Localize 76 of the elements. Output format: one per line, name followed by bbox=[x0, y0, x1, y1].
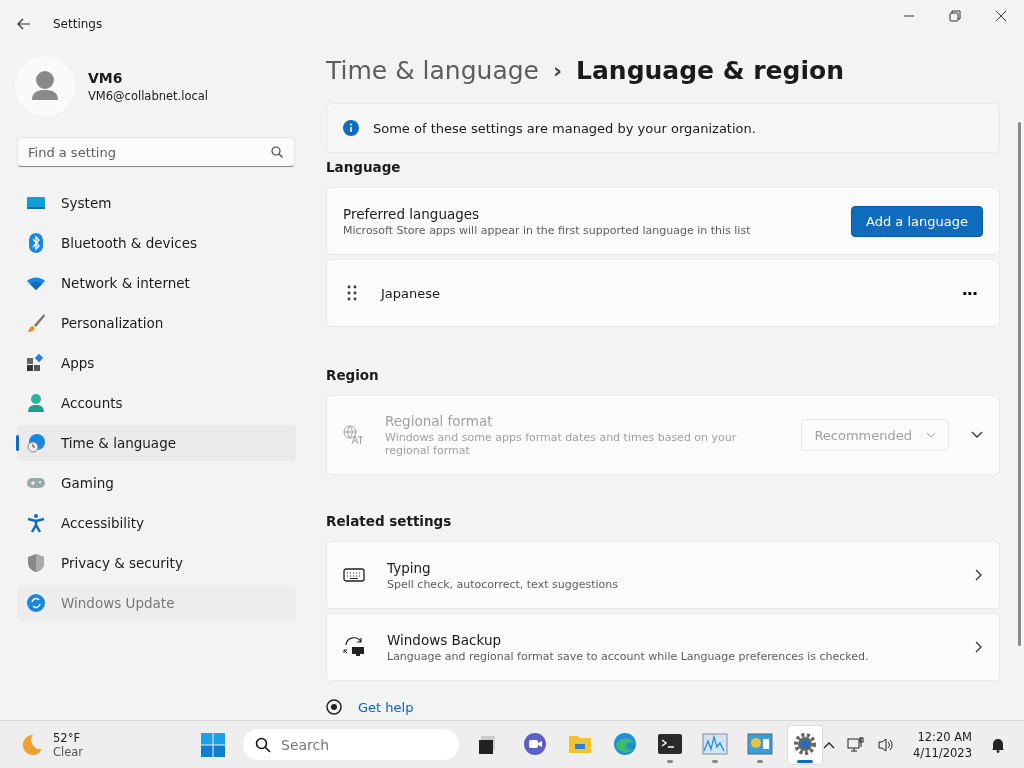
user-name: VM6 bbox=[88, 69, 124, 86]
more-button[interactable]: ··· bbox=[955, 283, 983, 303]
settings-link-card[interactable]: Windows Backup Language and regional format save to account while Language preferences is checked. bbox=[326, 613, 1000, 681]
section-heading: Related settings bbox=[326, 513, 453, 529]
settings-search-field[interactable]: Find a setting bbox=[17, 137, 295, 167]
settings-link-card[interactable]: Typing Spell check, autocorrect, text suggestions bbox=[326, 541, 1000, 609]
language-name: Japanese bbox=[381, 285, 442, 301]
network-icon[interactable] bbox=[847, 735, 866, 754]
back-icon[interactable] bbox=[17, 18, 31, 30]
start-icon[interactable] bbox=[200, 731, 226, 758]
accounts-icon bbox=[26, 393, 46, 413]
help-link[interactable]: Get help bbox=[358, 699, 414, 715]
search-icon bbox=[255, 737, 271, 753]
taskbar-search-field[interactable]: Search bbox=[243, 729, 459, 760]
chat-icon bbox=[522, 730, 548, 757]
language-icon bbox=[343, 425, 363, 445]
update-icon bbox=[26, 593, 46, 613]
nav-item[interactable]: Windows Update bbox=[17, 585, 296, 621]
time-icon bbox=[26, 433, 46, 453]
nav-item[interactable]: Apps bbox=[17, 345, 296, 381]
restore-icon[interactable] bbox=[949, 10, 961, 22]
breadcrumb-separator: › bbox=[552, 58, 563, 83]
breadcrumb-link[interactable]: Time & language bbox=[326, 56, 539, 85]
setting-description: Windows and some apps format dates and times based on your regional format bbox=[385, 431, 738, 457]
drag-handle-icon[interactable] bbox=[347, 285, 357, 301]
add-language-button[interactable]: Add a language bbox=[851, 205, 983, 237]
close-icon[interactable] bbox=[995, 10, 1007, 22]
perfmon-icon bbox=[702, 730, 728, 757]
notice-text: Some of these settings are managed by your organization. bbox=[373, 120, 756, 136]
nav-item[interactable]: Gaming bbox=[17, 465, 296, 501]
nav-item[interactable]: Accessibility bbox=[17, 505, 296, 541]
user-email: VM6@collabnet.local bbox=[88, 88, 209, 103]
nav-item[interactable]: Accounts bbox=[17, 385, 296, 421]
setting-title: Regional format bbox=[385, 413, 494, 429]
chevron-up-icon[interactable] bbox=[823, 740, 836, 749]
avatar-icon bbox=[15, 56, 75, 116]
nav-item[interactable]: Personalization bbox=[17, 305, 296, 341]
personalization-icon bbox=[26, 313, 46, 333]
setting-description: Spell check, autocorrect, text suggestions bbox=[387, 577, 619, 591]
setting-description: Language and regional format save to account while Language preferences is checked. bbox=[387, 649, 870, 663]
weather-condition: Clear bbox=[53, 744, 84, 759]
page-title: Language & region bbox=[576, 56, 844, 85]
setting-title: Preferred languages bbox=[343, 205, 481, 222]
search-icon bbox=[271, 146, 283, 158]
setting-description: Microsoft Store apps will appear in the first supported language in this list bbox=[343, 223, 752, 237]
setting-title: Windows Backup bbox=[387, 631, 503, 648]
clock-time: 12:20 AM bbox=[917, 729, 972, 744]
info-icon bbox=[343, 120, 359, 136]
apps-icon bbox=[26, 353, 46, 373]
settings-icon bbox=[792, 730, 818, 757]
keyboard-icon bbox=[343, 567, 365, 583]
nav-item[interactable]: Time & language bbox=[17, 425, 296, 461]
resmon-icon bbox=[747, 730, 773, 757]
nav-item[interactable]: Bluetooth & devices bbox=[17, 225, 296, 261]
chevron-right-icon bbox=[975, 569, 983, 581]
edge-icon bbox=[612, 730, 638, 757]
chevron-right-icon bbox=[975, 641, 983, 653]
chevron-down-icon bbox=[926, 432, 936, 438]
language-item[interactable]: Japanese ··· bbox=[326, 259, 1000, 327]
clock[interactable]: 12:20 AM 4/11/2023 bbox=[913, 729, 972, 760]
sync-monitor-icon bbox=[343, 637, 365, 657]
nav-item[interactable]: Network & internet bbox=[17, 265, 296, 301]
setting-title: Typing bbox=[387, 559, 432, 576]
temperature: 52°F bbox=[53, 730, 81, 745]
nav-item[interactable]: Privacy & security bbox=[17, 545, 296, 581]
bell-icon[interactable] bbox=[990, 736, 1006, 753]
speaker-icon[interactable] bbox=[877, 735, 896, 754]
window-title: Settings bbox=[53, 17, 103, 31]
bluetooth-icon bbox=[26, 233, 46, 253]
help-icon bbox=[326, 699, 342, 715]
section-heading: Language bbox=[326, 159, 402, 175]
section-heading: Region bbox=[326, 367, 380, 383]
clock-date: 4/11/2023 bbox=[913, 745, 972, 760]
nav-item[interactable]: System bbox=[17, 185, 296, 221]
privacy-icon bbox=[26, 553, 46, 573]
accessibility-icon bbox=[26, 513, 46, 533]
